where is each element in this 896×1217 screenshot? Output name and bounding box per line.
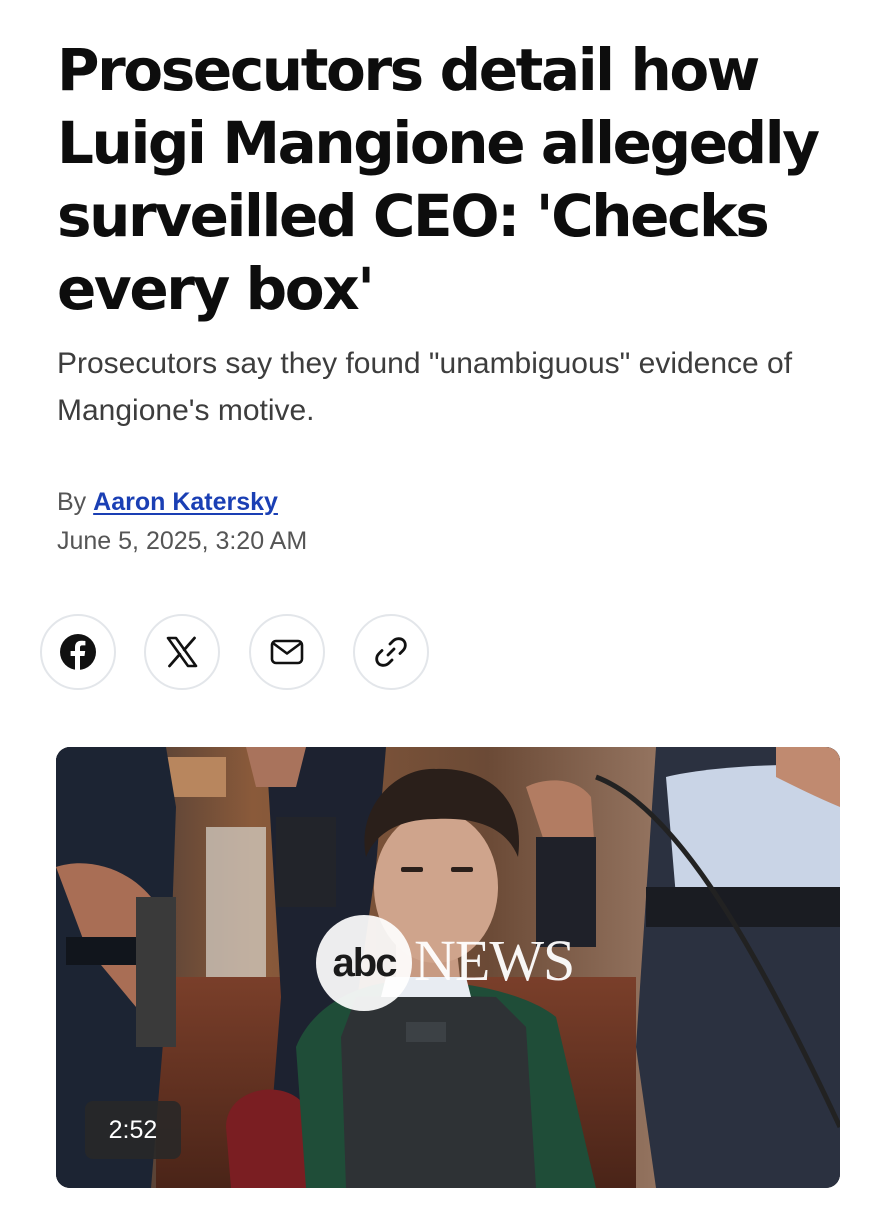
article-dek: Prosecutors say they found "unambiguous"… xyxy=(57,347,793,427)
abc-news-watermark: abc NEWS xyxy=(316,915,616,1015)
publish-date: June 5, 2025, 3:20 AM xyxy=(57,527,308,555)
headline: Prosecutors detail how Luigi Mangione al… xyxy=(57,36,820,323)
share-x-button[interactable] xyxy=(144,614,220,690)
author-link[interactable]: Aaron Katersky xyxy=(93,488,278,516)
copy-link-button[interactable] xyxy=(353,614,429,690)
link-icon xyxy=(375,637,407,667)
x-icon xyxy=(166,636,198,668)
news-wordmark: NEWS xyxy=(414,928,575,993)
share-email-button[interactable] xyxy=(249,614,325,690)
facebook-icon xyxy=(60,634,96,670)
byline: By Aaron Katersky xyxy=(57,488,278,517)
abc-logo: abc xyxy=(316,915,412,1011)
share-facebook-button[interactable] xyxy=(40,614,116,690)
byline-prefix: By xyxy=(57,488,87,516)
video-player[interactable]: abc NEWS 2:52 xyxy=(56,747,840,1188)
mail-icon xyxy=(270,639,304,665)
video-duration-badge: 2:52 xyxy=(85,1101,181,1159)
